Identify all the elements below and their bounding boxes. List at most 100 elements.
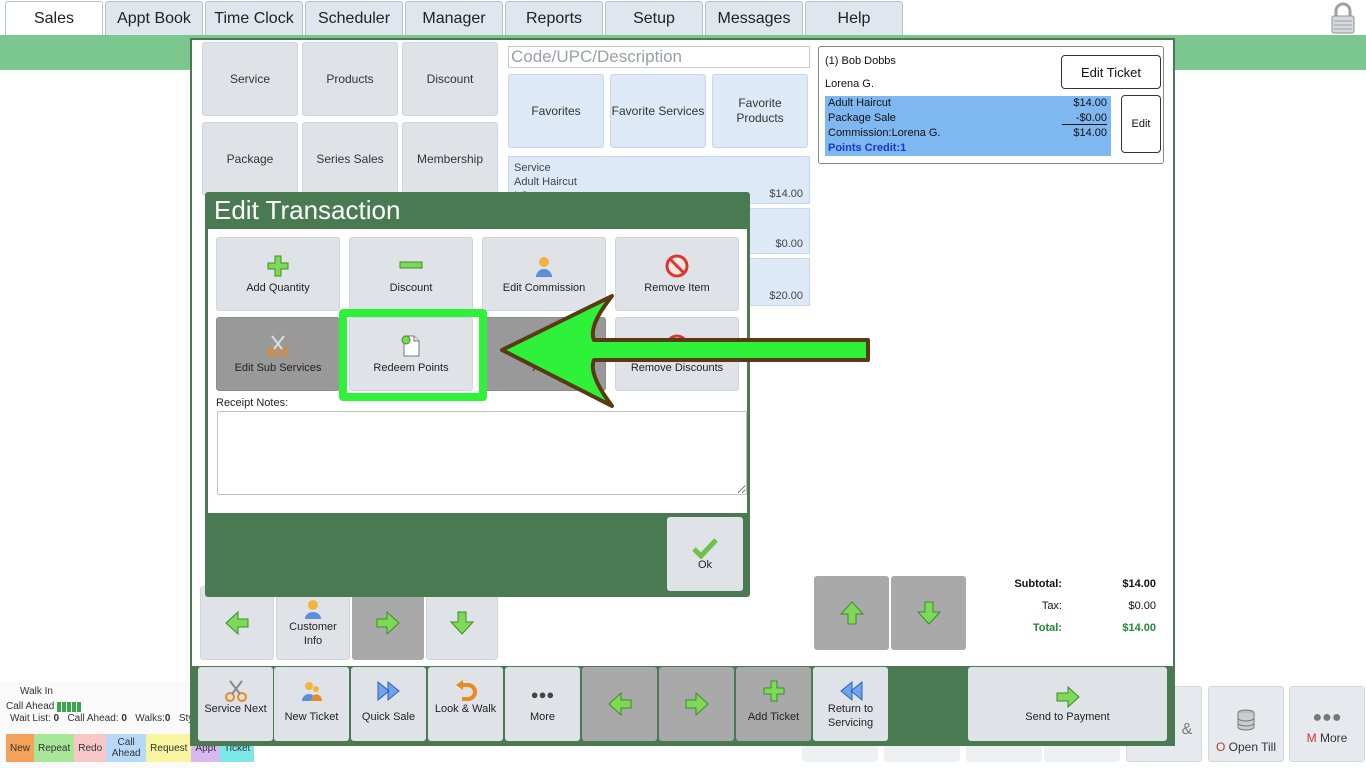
total-label: Total: [1032, 622, 1062, 634]
tab-appt-book[interactable]: Appt Book [105, 1, 203, 35]
tab-help[interactable]: Help [805, 1, 903, 35]
total-value: $14.00 [1122, 622, 1156, 634]
walks-count: 0 [164, 713, 171, 724]
edit-line-button[interactable]: Edit [1121, 95, 1161, 153]
tab-sales[interactable]: Sales [5, 1, 103, 35]
receipt-notes-label: Receipt Notes: [216, 397, 289, 409]
send-to-payment-button[interactable]: Send to Payment [968, 667, 1167, 741]
quick-sale-button[interactable]: Quick Sale [351, 667, 426, 741]
ticket-stylist: Lorena G. [825, 78, 874, 90]
item-card-price: $0.00 [775, 238, 803, 250]
edit-ticket-button[interactable]: Edit Ticket [1061, 55, 1161, 89]
ticket-line-label: Package Sale [828, 112, 896, 124]
look-walk-label: Look & Walk [434, 703, 497, 715]
subtotal-label: Subtotal: [1014, 578, 1062, 590]
more-button[interactable]: ●●● More [505, 667, 580, 741]
toolbar-left-button[interactable] [582, 667, 657, 741]
database-icon [1209, 709, 1283, 736]
ticket-lines[interactable]: Adult Haircut $14.00 Package Sale -$0.00… [825, 96, 1111, 156]
add-quantity-button[interactable]: Add Quantity [216, 237, 340, 311]
category-series-sales[interactable]: Series Sales [302, 122, 398, 196]
person-icon [305, 600, 321, 619]
fast-forward-icon [351, 679, 426, 705]
ticket-line-amount: -$0.00 [1061, 112, 1107, 125]
customer-info-label: Customer Info [289, 621, 337, 647]
toolbar-right-button[interactable] [659, 667, 734, 741]
tab-setup[interactable]: Setup [605, 1, 703, 35]
look-walk-button[interactable]: Look & Walk [428, 667, 503, 741]
ticket-line-amount: $14.00 [1073, 127, 1107, 139]
plus-icon [217, 254, 339, 280]
ticket-line: Package Sale -$0.00 [828, 112, 1107, 125]
arrow-left-icon [582, 691, 657, 717]
tax-label: Tax: [1041, 600, 1062, 612]
tab-scheduler[interactable]: Scheduler [305, 1, 403, 35]
walk-in-label: Walk In [20, 686, 53, 697]
open-till-label: Open Till [1228, 740, 1277, 754]
item-card-type: Service [514, 162, 551, 174]
wait-list-label: Wait List: [10, 713, 51, 724]
more-dots-icon: ●●● [1312, 709, 1342, 726]
tab-messages[interactable]: Messages [705, 1, 803, 35]
nav-down-button[interactable] [426, 586, 498, 660]
open-till-button[interactable]: O Open Till [1208, 686, 1284, 762]
highlight-box [339, 309, 487, 401]
edit-sub-services-label: Edit Sub Services [234, 362, 322, 374]
favorite-services-button[interactable]: Favorite Services [610, 74, 706, 148]
chip-redo: Redo [74, 734, 107, 762]
category-membership[interactable]: Membership [402, 122, 498, 196]
new-ticket-label: New Ticket [284, 711, 339, 723]
more-button-bg[interactable]: ●●● M More [1289, 686, 1365, 762]
tab-reports[interactable]: Reports [505, 1, 603, 35]
plus-icon [736, 679, 811, 705]
search-input[interactable]: Code/UPC/Description [508, 46, 810, 68]
top-nav: Sales Appt Book Time Clock Scheduler Man… [0, 0, 1366, 36]
call-ahead-label: Call Ahead [6, 701, 55, 712]
ticket-line-amount: $14.00 [1073, 97, 1107, 109]
scroll-up-button[interactable] [814, 576, 889, 650]
ghost-amp-label: & [1181, 721, 1193, 738]
category-package[interactable]: Package [202, 122, 298, 196]
ok-button[interactable]: Ok [667, 517, 743, 591]
tab-manager[interactable]: Manager [405, 1, 503, 35]
return-to-servicing-button[interactable]: Return to Servicing [813, 667, 888, 741]
service-next-label: Service Next [204, 703, 267, 715]
category-products[interactable]: Products [302, 42, 398, 116]
category-discount[interactable]: Discount [402, 42, 498, 116]
add-quantity-label: Add Quantity [246, 282, 310, 294]
favorites-button[interactable]: Favorites [508, 74, 604, 148]
no-entry-icon [616, 254, 738, 280]
new-ticket-button[interactable]: New Ticket [274, 667, 349, 741]
customer-info-button[interactable]: Customer Info [276, 586, 350, 660]
people-icon [274, 679, 349, 705]
chip-call-ahead: Call Ahead [106, 734, 147, 762]
scroll-down-button[interactable] [891, 576, 966, 650]
points-credit: Points Credit:1 [828, 142, 907, 154]
add-ticket-label: Add Ticket [747, 711, 800, 723]
call-ahead-bars [57, 701, 82, 712]
category-service[interactable]: Service [202, 42, 298, 116]
ticket-panel: (1) Bob Dobbs Lorena G. Edit Ticket Adul… [818, 46, 1164, 164]
tax-value: $0.00 [1128, 600, 1156, 612]
wait-list-count: 0 [53, 713, 60, 724]
edit-sub-services-button[interactable]: Edit Sub Services [216, 317, 340, 391]
nav-right-button[interactable] [352, 586, 424, 660]
receipt-notes-field[interactable] [217, 411, 747, 495]
ticket-line-label: Commission:Lorena G. [828, 127, 941, 139]
arrow-right-icon [968, 685, 1167, 711]
scissors-icon [217, 334, 339, 360]
service-next-button[interactable]: Service Next [198, 667, 273, 741]
walks-label: Walks: [135, 713, 165, 724]
add-ticket-button[interactable]: Add Ticket [736, 667, 811, 741]
ticket-client: (1) Bob Dobbs [825, 55, 896, 67]
ok-label: Ok [697, 559, 713, 571]
chip-repeat: Repeat [34, 734, 75, 762]
nav-left-button[interactable] [200, 586, 274, 660]
subtotal-value: $14.00 [1122, 578, 1156, 590]
quick-sale-label: Quick Sale [361, 711, 416, 723]
favorite-products-button[interactable]: Favorite Products [712, 74, 808, 148]
tab-time-clock[interactable]: Time Clock [205, 1, 303, 35]
more-label: More [529, 711, 556, 723]
discount-button[interactable]: Discount [349, 237, 473, 311]
lock-icon[interactable] [1328, 2, 1358, 34]
